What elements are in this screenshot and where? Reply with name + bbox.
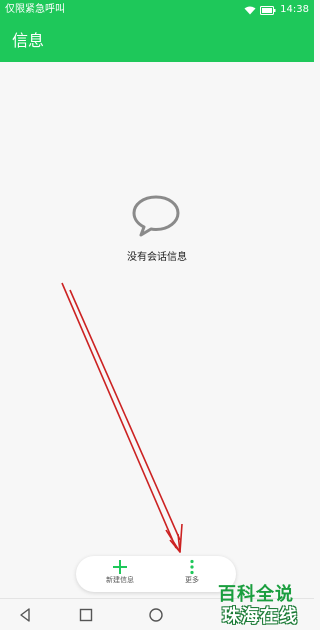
battery-icon [260, 5, 276, 15]
empty-state-text: 没有会话信息 [127, 252, 187, 263]
app-bar: 信息 [0, 20, 314, 62]
watermark-line2: 珠海在线 [222, 606, 298, 627]
new-message-label: 新建信息 [106, 576, 134, 584]
status-bar: 仅限紧急呼叫 14:38 [0, 0, 314, 20]
back-icon[interactable] [18, 608, 32, 622]
recents-icon[interactable] [79, 608, 93, 622]
page-title: 信息 [12, 31, 45, 50]
plus-icon [113, 560, 127, 574]
bottom-action-bar: 新建信息 更多 [76, 556, 236, 592]
status-icons: 14:38 [244, 0, 309, 20]
status-carrier-text: 仅限紧急呼叫 [5, 4, 65, 15]
more-vertical-icon [190, 559, 194, 575]
new-message-button[interactable]: 新建信息 [88, 556, 152, 592]
more-button[interactable]: 更多 [160, 556, 224, 592]
more-label: 更多 [185, 576, 199, 584]
home-icon[interactable] [148, 608, 164, 624]
chat-bubble-icon [132, 195, 180, 237]
wifi-icon [244, 6, 256, 14]
status-time: 14:38 [280, 4, 309, 15]
conversation-list-area[interactable]: 没有会话信息 [0, 62, 314, 598]
